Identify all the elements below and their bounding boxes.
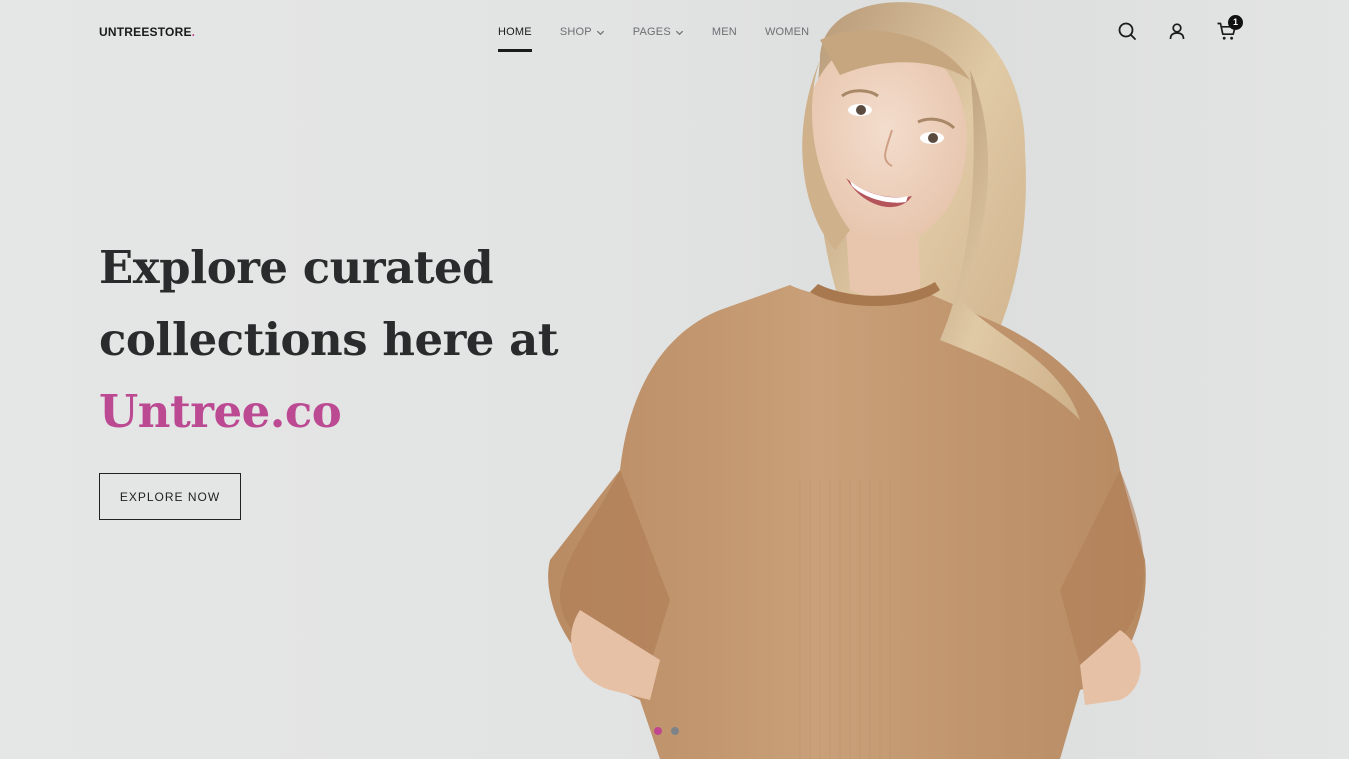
headline-accent: Untree.co bbox=[99, 385, 342, 438]
carousel-pagination bbox=[654, 727, 679, 735]
explore-now-button[interactable]: EXPLORE NOW bbox=[99, 473, 241, 520]
site-header: UNTREESTORE. HOME SHOP PAGES MEN WOMEN 1 bbox=[0, 0, 1349, 64]
search-button[interactable] bbox=[1116, 20, 1138, 42]
hero-headline: Explore curated collections here at Untr… bbox=[99, 232, 559, 448]
hero-model-image bbox=[548, 2, 1146, 759]
header-actions: 1 bbox=[1116, 15, 1243, 42]
cart-button[interactable]: 1 bbox=[1216, 15, 1243, 42]
chevron-down-icon bbox=[596, 30, 604, 35]
nav-item-shop[interactable]: SHOP bbox=[560, 24, 605, 40]
user-icon bbox=[1169, 23, 1185, 40]
cart-count-badge: 1 bbox=[1228, 15, 1243, 30]
nav-item-pages[interactable]: PAGES bbox=[633, 24, 684, 40]
search-icon bbox=[1118, 22, 1136, 40]
carousel-dot-2[interactable] bbox=[671, 727, 679, 735]
nav-item-home[interactable]: HOME bbox=[498, 24, 532, 52]
nav-item-men[interactable]: MEN bbox=[712, 24, 737, 40]
nav-item-women[interactable]: WOMEN bbox=[765, 24, 809, 40]
chevron-down-icon bbox=[675, 30, 683, 35]
headline-line-1: Explore curated bbox=[99, 241, 494, 294]
main-nav: HOME SHOP PAGES MEN WOMEN bbox=[498, 24, 837, 52]
headline-line-2: collections here at bbox=[99, 313, 559, 366]
logo[interactable]: UNTREESTORE. bbox=[99, 25, 195, 39]
carousel-dot-1[interactable] bbox=[654, 727, 662, 735]
account-button[interactable] bbox=[1166, 20, 1188, 42]
